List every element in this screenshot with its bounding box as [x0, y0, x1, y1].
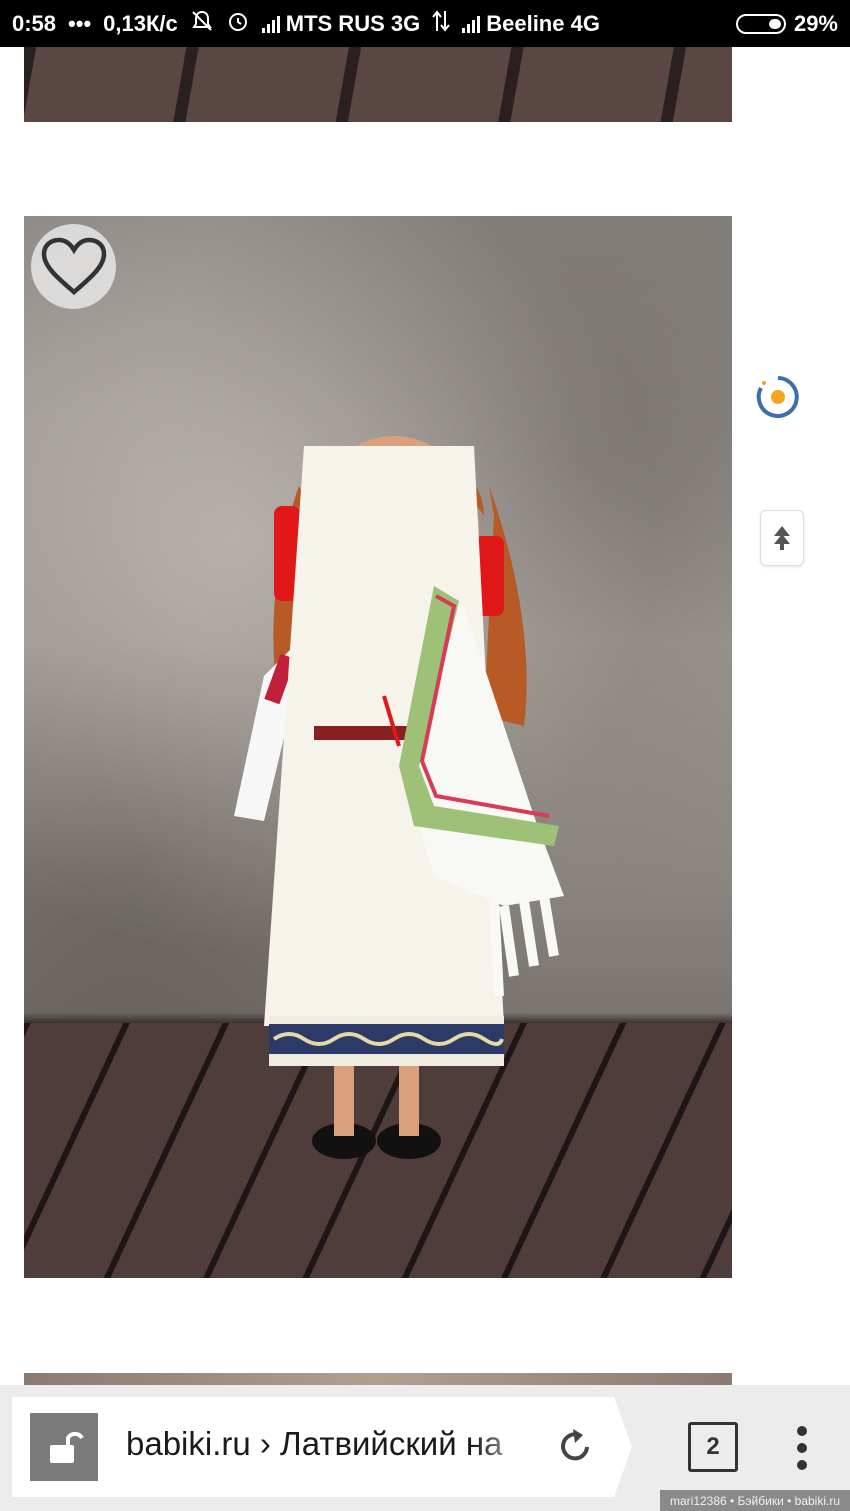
battery-icon: [735, 13, 786, 34]
data-arrows-icon: [432, 9, 450, 39]
menu-dots-icon[interactable]: [784, 1423, 820, 1473]
scroll-top-icon: [774, 526, 790, 550]
heart-icon: [41, 237, 106, 295]
alarm-icon: [226, 9, 250, 39]
doll-figure: [234, 436, 564, 1159]
mute-icon: [190, 9, 214, 39]
battery-percent: 29%: [793, 10, 838, 36]
watermark: mari12386 • Бэйбики • babiki.ru: [660, 1490, 850, 1511]
reload-icon[interactable]: [553, 1425, 597, 1469]
lock-open-icon[interactable]: [30, 1413, 98, 1481]
status-speed: 0,13К/с: [103, 10, 178, 36]
photo-previous[interactable]: [24, 47, 732, 122]
status-dots: •••: [68, 10, 92, 36]
doll-photo[interactable]: [24, 216, 732, 1278]
loader-button[interactable]: [756, 375, 800, 419]
carrier-2: Beeline 4G: [486, 10, 600, 36]
carrier-1: MTS RUS 3G: [285, 10, 421, 36]
signal-icon-2: [462, 15, 481, 33]
like-button[interactable]: [31, 224, 116, 309]
tabs-icon[interactable]: 2: [688, 1422, 738, 1472]
photo-next[interactable]: [24, 1373, 732, 1385]
scroll-top-button[interactable]: [760, 510, 804, 566]
loader-icon: [756, 376, 799, 418]
url-text[interactable]: babiki.ru › Латвийский на: [126, 1425, 536, 1469]
status-bar: 0:58 ••• 0,13К/с MTS RUS 3G Beeline 4G 2…: [0, 0, 850, 47]
signal-icon: [261, 15, 280, 33]
status-time: 0:58: [12, 10, 57, 36]
